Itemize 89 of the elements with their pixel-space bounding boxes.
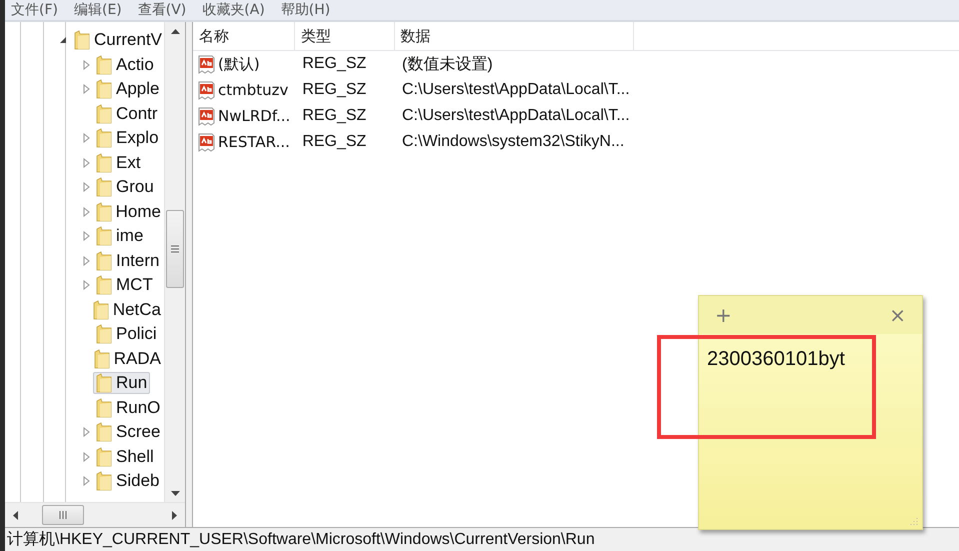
folder-icon — [74, 30, 90, 50]
expand-arrow-icon[interactable] — [83, 60, 91, 70]
string-value-icon — [197, 132, 217, 152]
tree-item[interactable]: Run — [93, 372, 150, 394]
value-type: REG_SZ — [301, 106, 368, 126]
scroll-up-icon[interactable] — [170, 28, 180, 34]
tree-item[interactable]: Contr — [93, 102, 161, 125]
expand-arrow-icon[interactable] — [83, 427, 91, 438]
expand-arrow-icon[interactable] — [83, 158, 91, 168]
expand-arrow-icon[interactable] — [83, 256, 91, 266]
grip-icon — [171, 245, 179, 253]
folder-icon — [96, 104, 112, 124]
value-name: RESTAR... — [218, 133, 290, 151]
folder-icon — [94, 348, 110, 369]
expand-arrow-icon[interactable] — [83, 231, 91, 242]
pane-splitter[interactable] — [186, 22, 193, 527]
horizontal-scrollbar[interactable] — [5, 502, 185, 527]
menu-item[interactable]: 帮助(H) — [280, 2, 330, 18]
folder-icon — [96, 422, 112, 442]
expanded-arrow-icon[interactable] — [59, 36, 67, 44]
folder-icon — [96, 373, 112, 394]
tree-item[interactable]: Home — [92, 200, 164, 223]
value-type: REG_SZ — [294, 50, 394, 77]
menu-item[interactable]: 文件(F) — [11, 2, 58, 18]
value-type: REG_SZ — [301, 80, 368, 100]
folder-icon — [96, 54, 112, 75]
add-note-button[interactable]: + — [711, 303, 736, 327]
expand-arrow-icon[interactable] — [83, 280, 91, 290]
tree-item[interactable]: Explo — [93, 127, 162, 150]
tree-item[interactable]: Scree — [93, 421, 164, 444]
vertical-scrollbar[interactable] — [164, 22, 185, 502]
value-name: (默认) — [218, 54, 260, 74]
value-data: C:\Users\test\AppData\Local\T... — [401, 80, 631, 100]
column-header[interactable]: 名称 — [193, 22, 294, 50]
tree-item[interactable]: Intern — [93, 250, 162, 272]
scroll-right-icon[interactable] — [172, 510, 177, 520]
tree-item[interactable]: CurrentV — [94, 30, 162, 50]
folder-icon — [96, 250, 112, 271]
tree-item[interactable]: RADA — [90, 348, 164, 370]
menu-item[interactable]: 编辑(E) — [74, 2, 122, 18]
tree-item[interactable]: ime — [93, 225, 146, 248]
tree-item[interactable]: Shell — [93, 446, 157, 468]
string-value-icon — [197, 54, 217, 74]
folder-icon — [96, 398, 112, 418]
tree-item[interactable]: Sideb — [93, 470, 162, 492]
close-button[interactable]: × — [885, 303, 910, 327]
folder-icon — [96, 128, 112, 148]
expand-arrow-icon[interactable] — [83, 84, 91, 94]
value-data: (数值未设置) — [394, 50, 634, 77]
folder-icon — [96, 152, 112, 173]
tree-item[interactable]: Apple — [93, 78, 162, 100]
folder-icon — [92, 300, 109, 320]
folder-icon — [96, 324, 112, 344]
tree-item[interactable]: MCT — [93, 274, 156, 296]
expand-arrow-icon[interactable] — [83, 182, 91, 192]
menu-item[interactable]: 收藏夹(A) — [202, 2, 265, 18]
column-header[interactable]: 类型 — [294, 22, 394, 50]
tree-item[interactable]: NetCa — [90, 298, 164, 321]
folder-icon — [96, 275, 112, 296]
tree-item[interactable]: Ext — [93, 152, 144, 174]
value-data: C:\Users\test\AppData\Local\T... — [401, 106, 631, 126]
expand-arrow-icon[interactable] — [83, 452, 91, 462]
tree-item[interactable]: Actio — [93, 54, 157, 76]
string-value-icon — [197, 80, 217, 100]
tree-item[interactable]: Polici — [93, 323, 160, 346]
folder-icon — [96, 202, 112, 222]
folder-icon — [96, 177, 112, 198]
value-name: NwLRDf... — [218, 107, 290, 125]
grip-icon — [59, 511, 67, 519]
column-header[interactable]: 数据 — [394, 22, 634, 50]
value-data: C:\Windows\system32\StikyN... — [401, 132, 626, 152]
resize-grip-icon[interactable] — [910, 517, 918, 525]
menu-item[interactable]: 查看(V) — [138, 2, 186, 18]
expand-arrow-icon[interactable] — [83, 476, 91, 486]
tree-item[interactable]: RunO — [93, 396, 164, 419]
value-name: ctmbtuzv — [218, 81, 288, 99]
note-text[interactable]: 2300360101byt — [699, 334, 922, 371]
tree-item[interactable]: Grou — [93, 176, 157, 198]
scroll-down-icon[interactable] — [170, 490, 180, 496]
value-type: REG_SZ — [301, 132, 368, 152]
expand-arrow-icon[interactable] — [83, 206, 91, 217]
scroll-left-icon[interactable] — [13, 510, 18, 520]
status-bar: 计算机\HKEY_CURRENT_USER\Software\Microsoft\Windows\CurrentVersion\Run — [5, 527, 959, 551]
string-value-icon — [197, 106, 217, 126]
folder-icon — [96, 471, 112, 492]
folder-icon — [96, 79, 112, 100]
folder-icon — [96, 446, 112, 467]
folder-icon — [96, 226, 112, 246]
expand-arrow-icon[interactable] — [83, 133, 91, 144]
